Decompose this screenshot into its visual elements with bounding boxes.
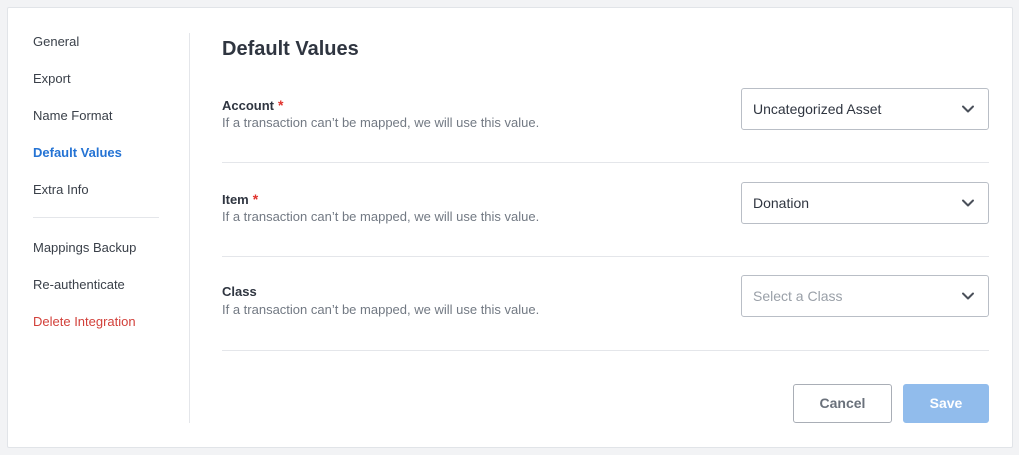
sidebar-item-mappings-backup[interactable]: Mappings Backup — [33, 240, 136, 256]
sidebar-divider — [33, 217, 159, 218]
chevron-down-icon — [962, 105, 974, 113]
field-help-account: If a transaction can’t be mapped, we wil… — [222, 115, 540, 130]
required-asterisk: * — [252, 191, 259, 207]
field-label-account: Account * — [222, 97, 283, 114]
sidebar-item-delete-integration[interactable]: Delete Integration — [33, 314, 136, 330]
main-panel: Default Values Account * If a transaction… — [222, 8, 990, 447]
account-select[interactable]: Uncategorized Asset — [741, 88, 989, 130]
save-button[interactable]: Save — [903, 384, 989, 423]
chevron-down-icon — [962, 292, 974, 300]
class-select[interactable]: Select a Class — [741, 275, 989, 317]
item-select-value: Donation — [753, 195, 810, 211]
field-label-class: Class — [222, 284, 257, 300]
chevron-down-icon — [962, 199, 974, 207]
settings-sidebar: General Export Name Format Default Value… — [8, 8, 190, 447]
field-row-item: Item * If a transaction can’t be mapped, … — [222, 182, 989, 285]
sidebar-item-general[interactable]: General — [33, 34, 79, 50]
sidebar-item-extra-info[interactable]: Extra Info — [33, 182, 89, 198]
field-label-text: Item — [222, 192, 249, 207]
row-divider — [222, 350, 989, 351]
field-help-class: If a transaction can’t be mapped, we wil… — [222, 302, 540, 317]
field-row-account: Account * If a transaction can’t be mappe… — [222, 88, 989, 191]
field-label-text: Class — [222, 284, 257, 299]
sidebar-item-name-format[interactable]: Name Format — [33, 108, 112, 124]
item-select[interactable]: Donation — [741, 182, 989, 224]
sidebar-vertical-divider — [189, 33, 190, 423]
field-label-item: Item * — [222, 191, 258, 208]
class-select-placeholder: Select a Class — [753, 288, 843, 304]
row-divider — [222, 256, 989, 257]
page-title: Default Values — [222, 38, 359, 60]
cancel-button[interactable]: Cancel — [793, 384, 892, 423]
sidebar-item-re-authenticate[interactable]: Re-authenticate — [33, 277, 125, 293]
sidebar-item-default-values[interactable]: Default Values — [33, 145, 122, 161]
field-label-text: Account — [222, 98, 274, 113]
account-select-value: Uncategorized Asset — [753, 101, 882, 117]
settings-card: General Export Name Format Default Value… — [7, 7, 1013, 448]
field-row-class: Class If a transaction can’t be mapped, … — [222, 275, 989, 378]
sidebar-item-export[interactable]: Export — [33, 71, 71, 87]
field-help-item: If a transaction can’t be mapped, we wil… — [222, 209, 540, 224]
required-asterisk: * — [278, 97, 284, 113]
row-divider — [222, 162, 989, 163]
